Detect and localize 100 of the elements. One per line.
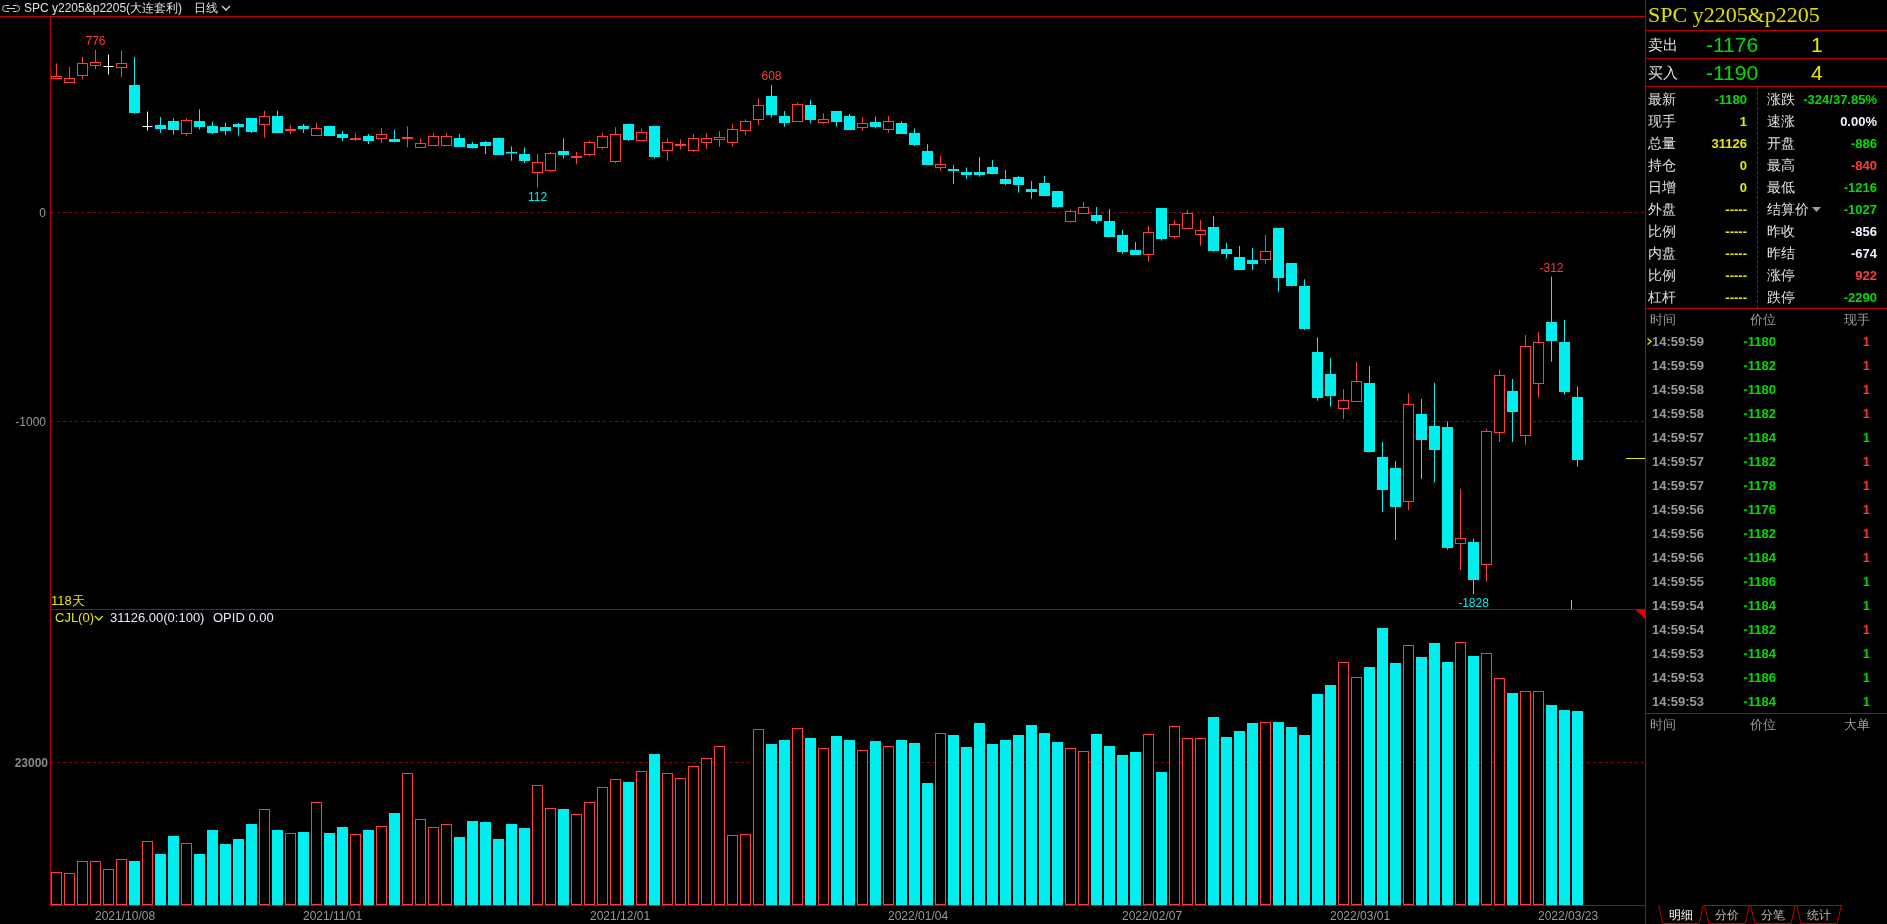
stat-label: 昨收 (1767, 224, 1795, 238)
tick-volume: 1 (1861, 598, 1871, 612)
tick-price: -1182 (1742, 406, 1776, 420)
tick-time: 14:59:58 (1652, 382, 1705, 396)
stat-value: 0 (1739, 158, 1747, 172)
stat-value: ----- (1725, 202, 1747, 216)
tick-time: 14:59:57 (1652, 430, 1705, 444)
stat-label: 开盘 (1767, 136, 1795, 150)
stat-value: ----- (1725, 290, 1747, 304)
stat-label: 杠杆 (1648, 290, 1676, 304)
low-price-label: 112 (527, 189, 548, 204)
tick-price: -1186 (1742, 574, 1776, 588)
tick-price: -1186 (1742, 670, 1776, 684)
stat-value: -856 (1850, 224, 1877, 238)
tick-volume: 1 (1861, 526, 1871, 540)
low-price-label: -1828 (1458, 596, 1489, 611)
tick-mark (1571, 599, 1572, 610)
stat-value: ----- (1725, 268, 1747, 282)
tick-volume: 1 (1861, 646, 1871, 660)
stat-value: 922 (1855, 268, 1877, 282)
tab[interactable]: 统计 (1796, 905, 1842, 924)
stat-label: 速涨 (1767, 114, 1795, 128)
stat-label: 最新 (1648, 92, 1676, 106)
stat-value: 31126 (1711, 136, 1747, 150)
tick-time: 14:59:54 (1652, 598, 1705, 612)
stat-value: 1 (1739, 114, 1747, 128)
tick-time: 14:59:54 (1652, 622, 1705, 636)
column-header: 大单 (1843, 718, 1871, 731)
date-label: 2021/12/01 (590, 909, 651, 923)
tick-time: 14:59:55 (1652, 574, 1705, 588)
tick-price: -1182 (1742, 526, 1776, 540)
date-label: 2021/11/01 (303, 909, 363, 923)
stat-value: -886 (1850, 136, 1877, 150)
period-dropdown[interactable]: 日线 (194, 2, 232, 14)
tick-volume: 1 (1861, 550, 1871, 564)
bid-price: -1190 (1706, 62, 1760, 83)
tick-volume: 1 (1861, 502, 1871, 516)
stat-value: -2290 (1843, 290, 1877, 304)
high-price-label: 776 (85, 34, 106, 48)
bid-volume: 4 (1811, 62, 1823, 83)
tab[interactable]: 分笔 (1750, 905, 1796, 924)
tick-time: 14:59:56 (1652, 550, 1705, 564)
date-label: 2022/03/23 (1538, 909, 1599, 923)
stat-value: -1216 (1843, 180, 1877, 194)
tab[interactable]: 明细 (1658, 905, 1704, 924)
stat-label: 比例 (1648, 268, 1676, 282)
stat-value: -1180 (1714, 92, 1747, 106)
date-label: 2022/02/07 (1122, 909, 1183, 923)
bid-label: 买入 (1647, 65, 1679, 80)
stat-value: 0.00% (1840, 114, 1877, 128)
tick-time: 14:59:53 (1652, 670, 1705, 684)
date-label: 2022/03/01 (1330, 909, 1391, 923)
tick-price: -1182 (1742, 622, 1776, 636)
tick-volume: 1 (1861, 382, 1871, 396)
tick-volume: 1 (1861, 406, 1871, 420)
tick-volume: 1 (1861, 454, 1871, 468)
tick-volume: 1 (1861, 574, 1871, 588)
stat-value: -324/37.85% (1803, 92, 1877, 106)
tick-time: 14:59:56 (1652, 526, 1705, 540)
bar-count-label: 118天 (51, 593, 85, 608)
link-icon[interactable] (2, 4, 20, 12)
indicator-dropdown[interactable]: CJL(0) (55, 610, 104, 625)
tick-price: -1178 (1742, 478, 1776, 492)
ask-volume: 1 (1811, 34, 1823, 55)
tick-price: -1184 (1742, 598, 1776, 612)
tick-volume: 1 (1861, 670, 1871, 684)
tick-price: -1184 (1742, 646, 1776, 660)
tick-price: -1180 (1742, 382, 1776, 396)
stat-value: -1027 (1843, 202, 1877, 216)
tick-volume: 1 (1861, 334, 1871, 348)
tick-price: -1176 (1742, 502, 1776, 516)
tick-time: 14:59:56 (1652, 502, 1705, 516)
tick-price: -1184 (1742, 694, 1776, 708)
indicator-extra: OPID 0.00 (213, 610, 274, 625)
tick-time: 14:59:57 (1652, 478, 1705, 492)
tick-price: -1184 (1742, 430, 1776, 444)
axis-label: -1000 (15, 414, 46, 429)
tick-volume: 1 (1861, 622, 1871, 636)
stat-label: 持仓 (1648, 158, 1676, 172)
stat-value: -840 (1850, 158, 1877, 172)
column-header: 时间 (1649, 312, 1677, 326)
stat-label: 涨跌 (1767, 92, 1795, 106)
stat-dropdown[interactable]: 结算价 (1767, 202, 1821, 216)
stat-label: 最高 (1767, 158, 1795, 172)
date-label: 2022/01/04 (888, 909, 949, 923)
tick-time: 14:59:59 (1652, 358, 1705, 372)
tick-time: 14:59:59 (1652, 334, 1705, 348)
tick-time: 14:59:57 (1652, 454, 1705, 468)
tick-price: -1182 (1742, 454, 1776, 468)
chevron-icon (221, 5, 232, 11)
tick-time: 14:59:53 (1652, 694, 1705, 708)
column-header: 时间 (1649, 718, 1677, 731)
column-header: 价位 (1749, 312, 1776, 326)
tick-price: -1180 (1742, 334, 1776, 348)
indicator-value: 31126.00(0:100) (110, 610, 205, 625)
doji-candle (103, 54, 114, 75)
chevron-icon (94, 615, 104, 621)
stat-label: 总量 (1648, 136, 1676, 150)
tab[interactable]: 分价 (1704, 905, 1750, 924)
tick-time: 14:59:53 (1652, 646, 1705, 660)
